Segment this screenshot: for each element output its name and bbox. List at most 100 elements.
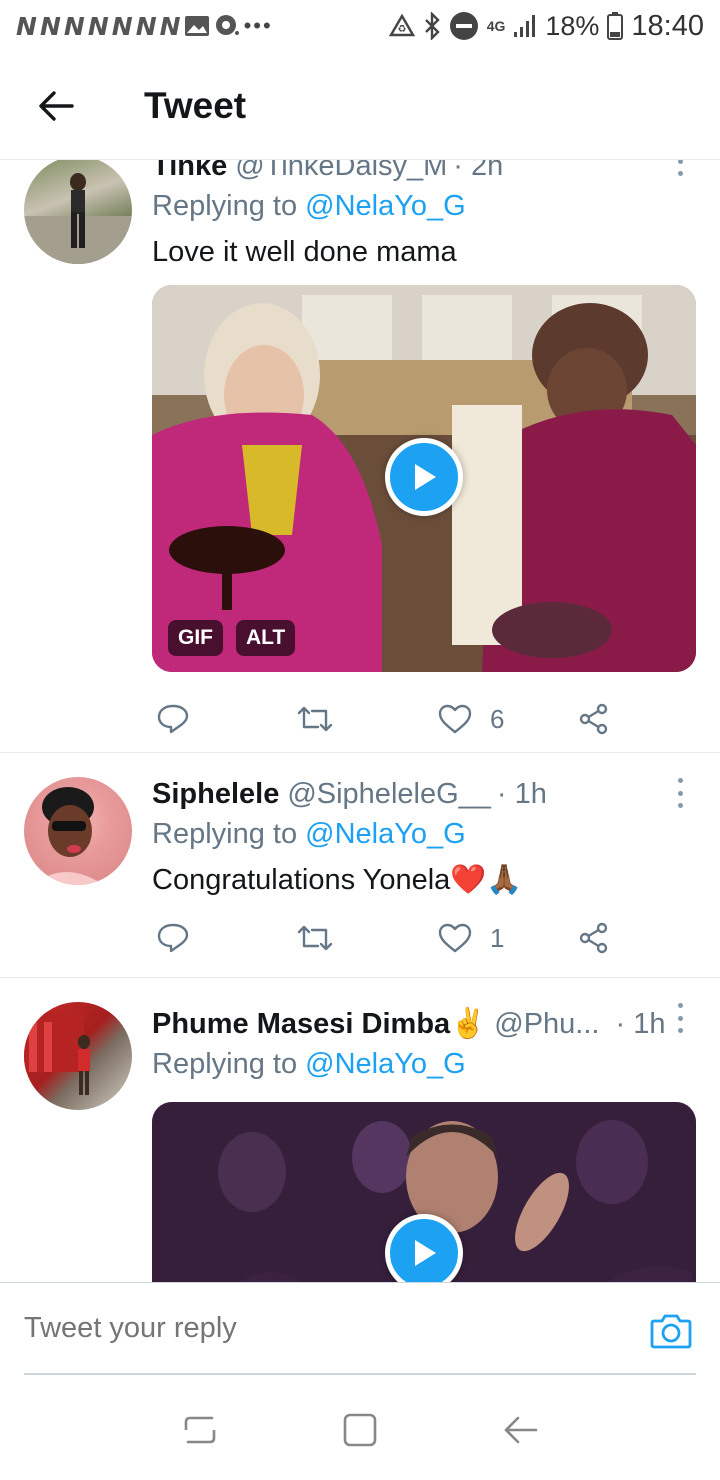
video-media[interactable]	[152, 1102, 696, 1282]
reply-tweet[interactable]: Siphelele @SipheleleG__ · 1h Replying to…	[0, 753, 720, 978]
gif-media[interactable]: GIF ALT	[152, 285, 696, 672]
avatar-image	[24, 173, 132, 264]
system-navigation-bar	[0, 1380, 720, 1480]
share-icon	[579, 922, 608, 954]
reply-button[interactable]	[156, 913, 190, 963]
mention-link[interactable]: @NelaYo_G	[305, 818, 466, 850]
reply-input[interactable]	[24, 1283, 630, 1373]
gif-badge: GIF	[168, 620, 223, 656]
share-icon	[579, 703, 608, 735]
tweet-actions: 1	[152, 913, 632, 963]
play-button[interactable]	[385, 438, 463, 516]
clock: 18:40	[631, 9, 704, 42]
heart-icon	[438, 923, 472, 953]
retweet-button[interactable]	[296, 913, 334, 963]
top-app-bar: Tweet	[0, 52, 720, 160]
notification-icon: N	[16, 11, 37, 41]
tweet-time: · 2h	[453, 160, 504, 182]
notification-icon: N	[39, 11, 61, 41]
notification-icon: N	[87, 11, 109, 41]
reply-tweet[interactable]: Tinke @TinkeDaisy_M · 2h Replying to @Ne…	[0, 160, 720, 753]
tweet-time: · 1h	[615, 1008, 666, 1040]
do-not-disturb-icon	[449, 12, 478, 40]
recents-button[interactable]	[176, 1406, 224, 1454]
more-notifications-icon: •••	[243, 13, 273, 38]
system-icons: ♻ 4G 18% 18:40	[388, 9, 704, 43]
camera-icon	[650, 1314, 692, 1349]
retweet-icon	[297, 706, 333, 732]
tweet-meta: Phume Masesi Dimba✌️ @Phu... · 1h	[152, 1004, 696, 1044]
author-name[interactable]: Siphelele	[152, 774, 279, 814]
arrow-left-icon	[39, 90, 74, 121]
replying-prefix: Replying to	[152, 818, 298, 850]
like-count: 1	[490, 922, 505, 953]
author-handle[interactable]: @SipheleleG__	[287, 774, 491, 814]
play-icon	[415, 1240, 436, 1266]
retweet-button[interactable]	[296, 694, 334, 744]
author-handle[interactable]: @Phu...	[494, 1004, 599, 1044]
mention-link[interactable]: @NelaYo_G	[305, 1048, 466, 1080]
share-button[interactable]	[578, 694, 610, 744]
like-button[interactable]: 6	[438, 694, 504, 744]
play-icon	[415, 464, 436, 490]
avatar-image	[24, 1012, 90, 1095]
author-name[interactable]: Phume Masesi Dimba✌️	[152, 1004, 486, 1044]
home-icon	[343, 1413, 377, 1447]
tweet-meta: Tinke @TinkeDaisy_M · 2h	[152, 160, 696, 186]
notification-icon: N	[159, 11, 181, 41]
play-button[interactable]	[385, 1214, 463, 1282]
notification-icon: N	[111, 11, 133, 41]
network-type-icon: 4G	[486, 18, 506, 34]
reply-tweet[interactable]: Phume Masesi Dimba✌️ @Phu... · 1h Replyi…	[0, 978, 720, 1282]
tweet-actions: 6	[152, 694, 632, 744]
chat-icon	[215, 15, 239, 35]
notification-icon: N	[135, 11, 157, 41]
heart-icon	[438, 704, 472, 734]
tweet-meta: Siphelele @SipheleleG__ · 1h	[152, 774, 696, 814]
avatar[interactable]	[24, 777, 132, 885]
battery-icon	[607, 12, 624, 40]
more-options-button[interactable]	[670, 778, 690, 808]
more-options-button[interactable]	[670, 160, 690, 176]
page-title: Tweet	[144, 84, 247, 126]
mention-link[interactable]: @NelaYo_G	[305, 190, 466, 222]
author-name[interactable]: Tinke	[152, 160, 227, 186]
alt-badge[interactable]: ALT	[236, 620, 296, 656]
author-handle[interactable]: @TinkeDaisy_M	[235, 160, 447, 186]
recycle-icon: ♻	[388, 14, 415, 37]
notification-icons: N N N N N N N •••	[16, 12, 273, 41]
replies-feed[interactable]: Tinke @TinkeDaisy_M · 2h Replying to @Ne…	[0, 160, 720, 1282]
tweet-text: Congratulations Yonela❤️🙏🏾	[152, 864, 523, 896]
svg-text:♻: ♻	[397, 24, 406, 35]
like-button[interactable]: 1	[438, 913, 504, 963]
camera-button[interactable]	[650, 1311, 692, 1349]
like-count: 6	[490, 703, 505, 734]
avatar[interactable]	[24, 1002, 132, 1110]
replying-to: Replying to @NelaYo_G	[152, 1044, 696, 1090]
avatar[interactable]	[24, 160, 132, 264]
back-button[interactable]	[0, 52, 112, 160]
replying-to: Replying to @NelaYo_G	[152, 814, 696, 860]
more-options-button[interactable]	[670, 1003, 690, 1033]
back-icon	[504, 1416, 538, 1444]
system-back-button[interactable]	[496, 1406, 544, 1454]
retweet-icon	[297, 925, 333, 951]
tweet-time: · 1h	[496, 778, 547, 810]
notification-icon: N	[63, 11, 85, 41]
replying-prefix: Replying to	[152, 190, 298, 222]
signal-icon	[514, 15, 536, 37]
replying-to: Replying to @NelaYo_G	[152, 186, 696, 232]
reply-composer	[0, 1282, 720, 1375]
tweet-text: Love it well done mama	[152, 236, 457, 268]
image-icon	[184, 16, 209, 36]
recents-icon	[184, 1416, 216, 1444]
share-button[interactable]	[578, 913, 610, 963]
battery-percent: 18%	[545, 10, 600, 41]
bluetooth-icon	[424, 12, 440, 40]
composer-underline	[24, 1373, 696, 1375]
reply-icon	[157, 704, 189, 734]
reply-button[interactable]	[156, 694, 190, 744]
status-bar: N N N N N N N ••• ♻ 4G 18% 18:40	[0, 0, 720, 52]
home-button[interactable]	[336, 1406, 384, 1454]
reply-icon	[157, 923, 189, 953]
